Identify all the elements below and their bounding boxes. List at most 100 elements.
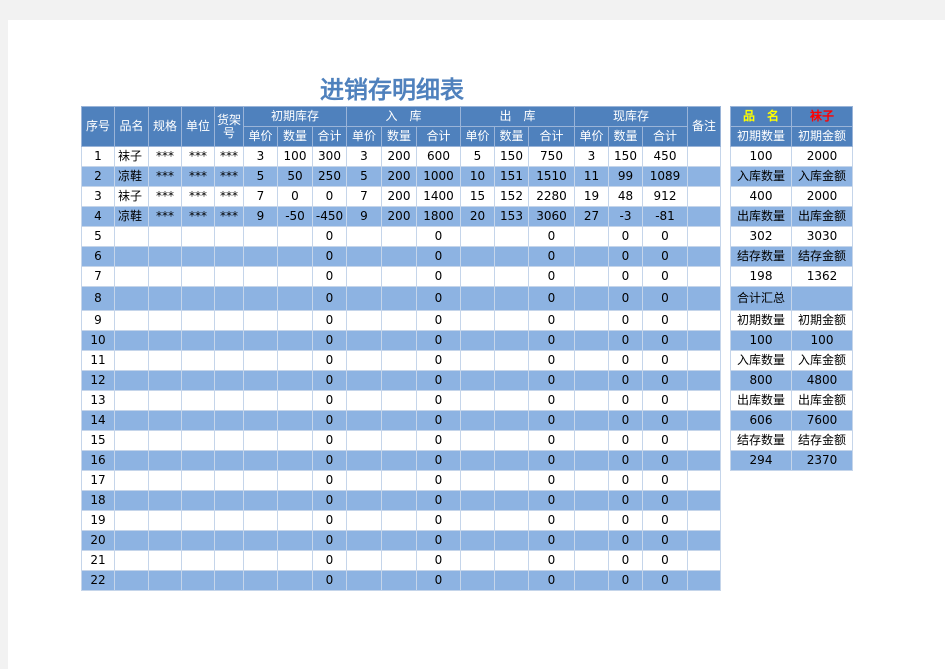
cell[interactable] xyxy=(277,266,313,287)
cell[interactable]: 袜子 xyxy=(114,146,149,167)
cell[interactable]: 5 xyxy=(243,166,278,187)
cell[interactable] xyxy=(494,530,529,551)
cell[interactable]: *** xyxy=(181,146,215,167)
cell[interactable]: 0 xyxy=(277,186,313,207)
cell[interactable] xyxy=(243,390,278,411)
cell[interactable] xyxy=(460,350,495,371)
cell[interactable]: 153 xyxy=(494,206,529,227)
cell[interactable] xyxy=(181,226,215,247)
cell[interactable] xyxy=(494,450,529,471)
cell[interactable] xyxy=(214,450,244,471)
summary-name-value[interactable]: 袜子 xyxy=(791,106,853,127)
cell[interactable] xyxy=(460,330,495,351)
cell[interactable] xyxy=(148,490,182,511)
cell[interactable]: 0 xyxy=(642,286,688,311)
cell[interactable] xyxy=(687,266,721,287)
cell[interactable]: 151 xyxy=(494,166,529,187)
cell[interactable] xyxy=(346,286,382,311)
cell[interactable] xyxy=(574,430,609,451)
cell[interactable] xyxy=(114,570,149,591)
cell[interactable] xyxy=(346,510,382,531)
cell[interactable] xyxy=(214,470,244,491)
cell[interactable] xyxy=(148,310,182,331)
cell[interactable] xyxy=(214,286,244,311)
cell[interactable] xyxy=(687,530,721,551)
cell[interactable] xyxy=(277,370,313,391)
cell[interactable]: 2280 xyxy=(528,186,575,207)
cell[interactable]: 0 xyxy=(312,350,347,371)
cell[interactable] xyxy=(214,530,244,551)
cell[interactable]: 0 xyxy=(642,490,688,511)
cell[interactable]: 16 xyxy=(81,450,115,471)
cell[interactable]: 7 xyxy=(243,186,278,207)
cell[interactable]: 2 xyxy=(81,166,115,187)
cell[interactable]: 1089 xyxy=(642,166,688,187)
cell[interactable] xyxy=(574,550,609,571)
cell[interactable]: 0 xyxy=(312,410,347,431)
cell[interactable] xyxy=(346,550,382,571)
cell[interactable]: 0 xyxy=(528,226,575,247)
cell[interactable] xyxy=(243,430,278,451)
cell[interactable]: 15 xyxy=(81,430,115,451)
cell[interactable] xyxy=(277,350,313,371)
cell[interactable]: *** xyxy=(148,206,182,227)
cell[interactable] xyxy=(277,470,313,491)
cell[interactable] xyxy=(243,266,278,287)
cell[interactable]: 9 xyxy=(81,310,115,331)
cell[interactable]: 0 xyxy=(642,266,688,287)
cell[interactable]: 0 xyxy=(416,570,461,591)
cell[interactable]: 0 xyxy=(528,450,575,471)
cell[interactable]: 0 xyxy=(608,570,643,591)
cell[interactable] xyxy=(214,490,244,511)
cell[interactable] xyxy=(460,470,495,491)
cell[interactable] xyxy=(148,390,182,411)
cell[interactable]: 9 xyxy=(243,206,278,227)
cell[interactable]: 0 xyxy=(642,246,688,267)
cell[interactable]: 600 xyxy=(416,146,461,167)
cell[interactable] xyxy=(460,550,495,571)
cell[interactable]: 0 xyxy=(642,330,688,351)
cell[interactable] xyxy=(687,550,721,571)
cell[interactable] xyxy=(148,510,182,531)
cell[interactable]: 250 xyxy=(312,166,347,187)
cell[interactable] xyxy=(460,510,495,531)
cell[interactable] xyxy=(381,530,417,551)
cell[interactable] xyxy=(494,430,529,451)
cell[interactable]: *** xyxy=(181,186,215,207)
cell[interactable]: 0 xyxy=(416,550,461,571)
cell[interactable] xyxy=(114,530,149,551)
cell[interactable]: 0 xyxy=(416,390,461,411)
cell[interactable]: 0 xyxy=(642,430,688,451)
cell[interactable] xyxy=(114,430,149,451)
cell[interactable] xyxy=(494,570,529,591)
cell[interactable] xyxy=(114,490,149,511)
cell[interactable]: 200 xyxy=(381,166,417,187)
cell[interactable]: 8 xyxy=(81,286,115,311)
cell[interactable]: *** xyxy=(148,166,182,187)
cell[interactable]: 3 xyxy=(243,146,278,167)
cell[interactable]: 0 xyxy=(312,186,347,207)
cell[interactable] xyxy=(243,246,278,267)
cell[interactable]: 13 xyxy=(81,390,115,411)
cell[interactable] xyxy=(346,430,382,451)
cell[interactable]: 1400 xyxy=(416,186,461,207)
cell[interactable] xyxy=(574,330,609,351)
cell[interactable] xyxy=(574,286,609,311)
cell[interactable] xyxy=(460,370,495,391)
cell[interactable]: 50 xyxy=(277,166,313,187)
cell[interactable] xyxy=(214,370,244,391)
cell[interactable]: 0 xyxy=(312,286,347,311)
cell[interactable] xyxy=(494,246,529,267)
cell[interactable] xyxy=(346,330,382,351)
cell[interactable]: 袜子 xyxy=(114,186,149,207)
cell[interactable] xyxy=(214,510,244,531)
cell[interactable]: 300 xyxy=(312,146,347,167)
cell[interactable]: 0 xyxy=(528,410,575,431)
cell[interactable] xyxy=(181,550,215,571)
cell[interactable] xyxy=(181,390,215,411)
cell[interactable] xyxy=(381,570,417,591)
cell[interactable]: 150 xyxy=(608,146,643,167)
cell[interactable] xyxy=(687,490,721,511)
cell[interactable] xyxy=(381,410,417,431)
cell[interactable] xyxy=(148,286,182,311)
